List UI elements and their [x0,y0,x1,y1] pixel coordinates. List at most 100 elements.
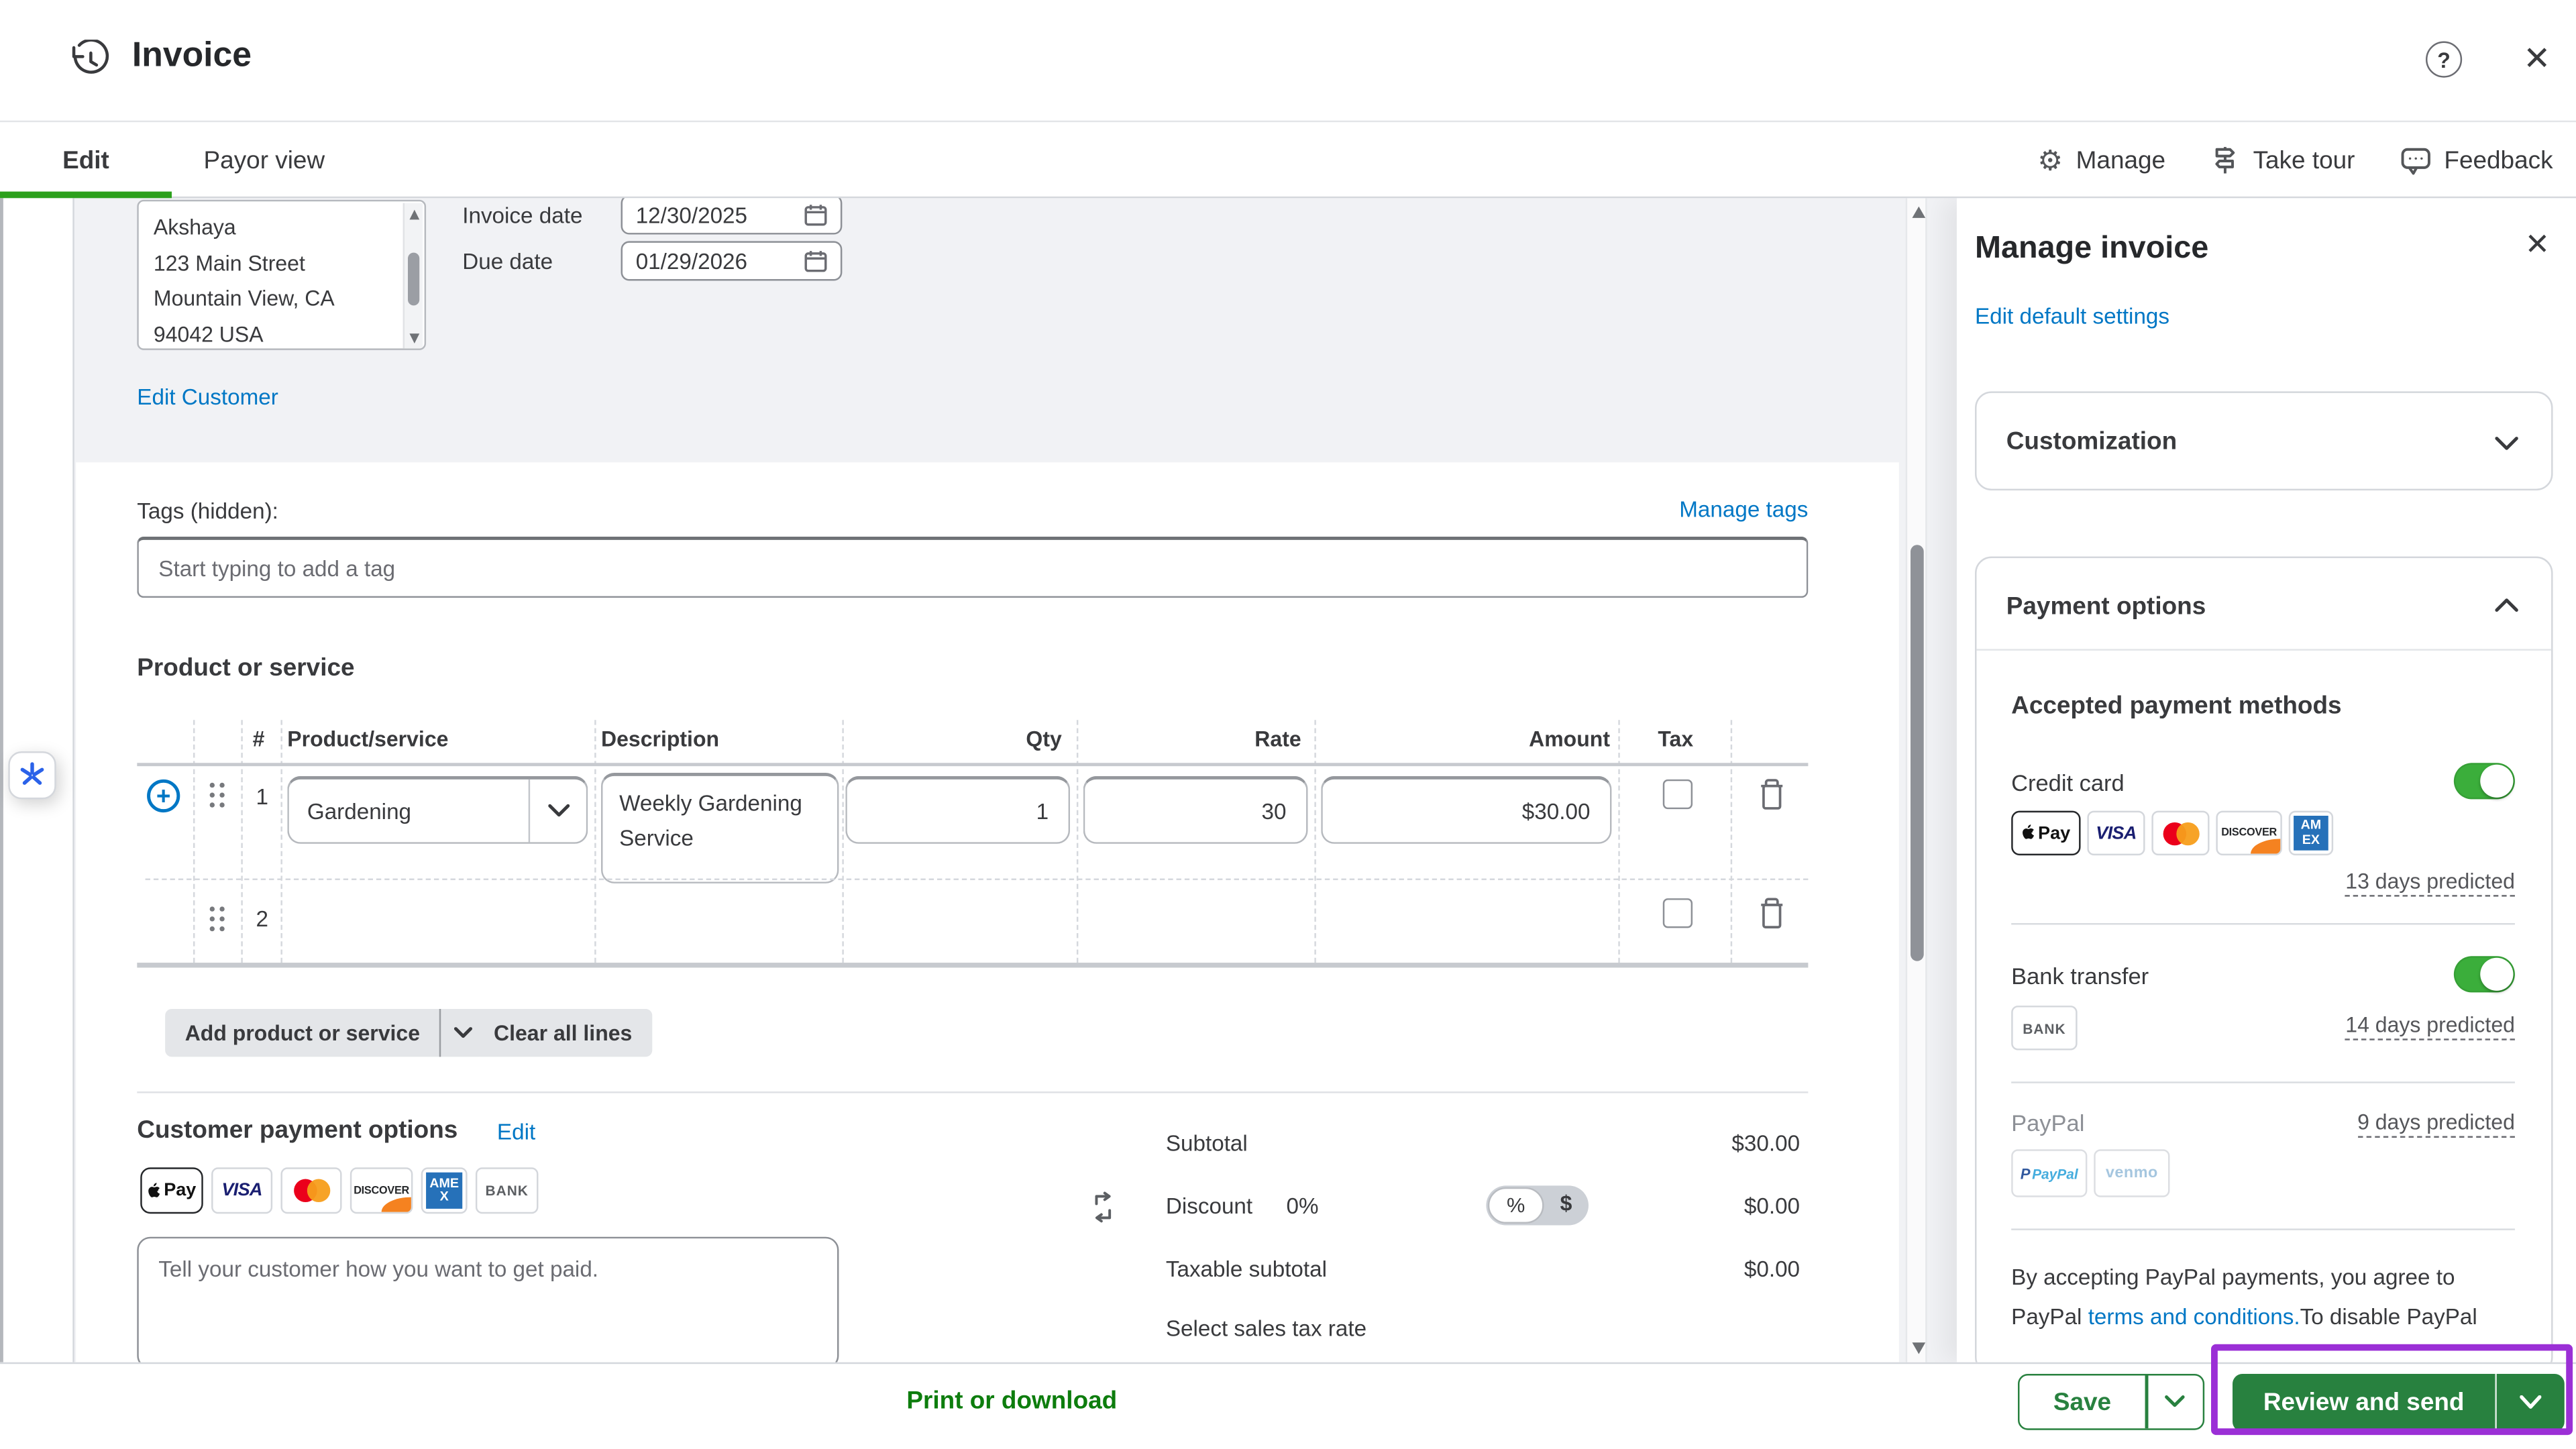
taxable-subtotal-label: Taxable subtotal [1166,1256,1327,1281]
dollar-option[interactable]: $ [1560,1191,1572,1216]
amount-input[interactable] [1321,776,1611,844]
drag-handle[interactable] [208,781,226,809]
chevron-up-icon[interactable] [2495,598,2518,612]
edit-default-settings-link[interactable]: Edit default settings [1975,304,2169,329]
tax-checkbox-row-2[interactable] [1663,898,1693,928]
applepay-label: Pay [2038,823,2070,843]
bank-transfer-predicted-link[interactable]: 14 days predicted [2345,1012,2515,1040]
tab-payor-view[interactable]: Payor view [195,124,333,197]
print-or-download-link[interactable]: Print or download [906,1387,1117,1415]
take-tour-button[interactable]: Take tour [2212,146,2355,175]
close-icon[interactable]: ✕ [2523,36,2551,83]
column-header-description: Description [601,727,719,751]
column-header-amount: Amount [1529,727,1610,751]
scroll-up-arrow-icon[interactable] [409,210,419,220]
calendar-icon[interactable] [804,203,827,226]
chevron-down-icon[interactable] [2495,436,2518,451]
due-date-label: Due date [462,250,553,274]
terms-and-conditions-link[interactable]: terms and conditions. [2088,1305,2300,1330]
discover-badge: DISCOVER [2216,811,2282,855]
address-line: Mountain View, CA [154,280,391,316]
paypal-predicted-link[interactable]: 9 days predicted [2357,1110,2515,1138]
row-number: 1 [256,784,269,809]
panel-close-icon[interactable]: ✕ [2525,228,2550,263]
visa-badge: VISA [2087,811,2145,855]
discover-badge: DISCOVER [350,1167,413,1214]
swap-discount-tax-icon[interactable] [1090,1191,1116,1224]
help-icon[interactable]: ? [2426,42,2462,78]
apple-icon [148,1181,162,1199]
table-header-divider [137,763,1808,766]
credit-card-predicted-link[interactable]: 13 days predicted [2345,869,2515,897]
assistant-button[interactable] [8,751,56,799]
payment-options-label: Payment options [2006,593,2206,621]
column-separator [1077,720,1078,963]
percent-option[interactable]: % [1488,1187,1544,1224]
delete-line-icon[interactable] [1757,897,1786,930]
feedback-button[interactable]: Feedback [2401,146,2553,174]
take-tour-label: Take tour [2253,146,2355,174]
delete-line-icon[interactable] [1757,777,1786,810]
discover-swoosh [382,1197,411,1212]
column-separator [193,720,195,963]
address-scrollbar[interactable] [403,203,423,350]
chevron-down-icon[interactable] [530,804,586,818]
tag-input[interactable] [137,537,1808,598]
subtotal-label: Subtotal [1166,1131,1248,1156]
calendar-icon[interactable] [804,250,827,272]
column-header-tax: Tax [1658,727,1693,751]
payment-edit-link[interactable]: Edit [497,1120,535,1144]
paypal-p-icon: P [2021,1165,2031,1182]
manage-invoice-panel: Manage invoice ✕ Edit default settings C… [1957,198,2576,1362]
tab-edit[interactable]: Edit [0,124,172,197]
discount-type-toggle[interactable]: % $ [1486,1185,1589,1225]
product-service-select[interactable]: Gardening [287,776,588,844]
edit-customer-link[interactable]: Edit Customer [137,385,278,410]
scroll-down-arrow-icon[interactable] [1912,1342,1925,1354]
method-divider [2011,1228,2515,1230]
insert-line-icon[interactable]: + [147,780,180,812]
scroll-down-arrow-icon[interactable] [409,333,419,343]
customer-payment-heading: Customer payment options [137,1116,458,1144]
save-dropdown-button[interactable] [2147,1375,2202,1428]
help-glyph: ? [2437,47,2451,72]
payment-message-input[interactable] [137,1237,839,1362]
sparkle-icon [18,761,46,790]
amex-badge: AMEX [2289,811,2333,855]
customization-card[interactable]: Customization [1975,391,2553,490]
bank-transfer-toggle[interactable] [2454,956,2515,992]
paypal-badge: P PayPal [2011,1149,2087,1197]
paypal-terms-text: By accepting PayPal payments, you agree … [2011,1258,2497,1338]
column-separator [842,720,843,963]
address-scrollbar-thumb[interactable] [408,253,419,306]
discover-label: DISCOVER [354,1185,409,1196]
clear-all-lines-button[interactable]: Clear all lines [474,1009,651,1057]
column-header-qty: Qty [1026,727,1061,751]
bank-transfer-label: Bank transfer [2011,963,2149,989]
review-and-send-button[interactable]: Review and send [2233,1374,2565,1432]
bank-label: BANK [2023,1020,2065,1036]
add-product-button[interactable]: Add product or service [165,1009,486,1057]
audit-history-icon[interactable] [69,40,112,83]
main-scrollbar-thumb[interactable] [1911,545,1924,961]
paypal-label: PayPal [2011,1110,2084,1136]
main-scrollbar[interactable] [1906,198,1927,1362]
payment-options-card: Payment options Accepted payment methods… [1975,557,2553,1362]
drag-handle[interactable] [208,905,226,933]
review-and-send-dropdown-button[interactable] [2497,1374,2565,1432]
tax-checkbox-row-1[interactable] [1663,780,1693,809]
credit-card-toggle[interactable] [2454,763,2515,799]
billing-address-field[interactable]: Akshaya 123 Main Street Mountain View, C… [137,200,426,350]
save-button[interactable]: Save [2018,1374,2204,1430]
invoice-date-label: Invoice date [462,203,582,228]
column-separator [1314,720,1316,963]
qty-input[interactable] [845,776,1070,844]
scroll-up-arrow-icon[interactable] [1912,207,1925,218]
manage-tags-link[interactable]: Manage tags [1679,497,1808,522]
select-sales-tax-link[interactable]: Select sales tax rate [1166,1316,1366,1341]
discount-label: Discount [1166,1194,1252,1219]
rate-input[interactable] [1083,776,1308,844]
discount-percent-value[interactable]: 0% [1287,1194,1319,1219]
description-input[interactable]: Weekly Gardening Service [601,773,839,883]
manage-button[interactable]: ⚙ Manage [2037,146,2165,174]
